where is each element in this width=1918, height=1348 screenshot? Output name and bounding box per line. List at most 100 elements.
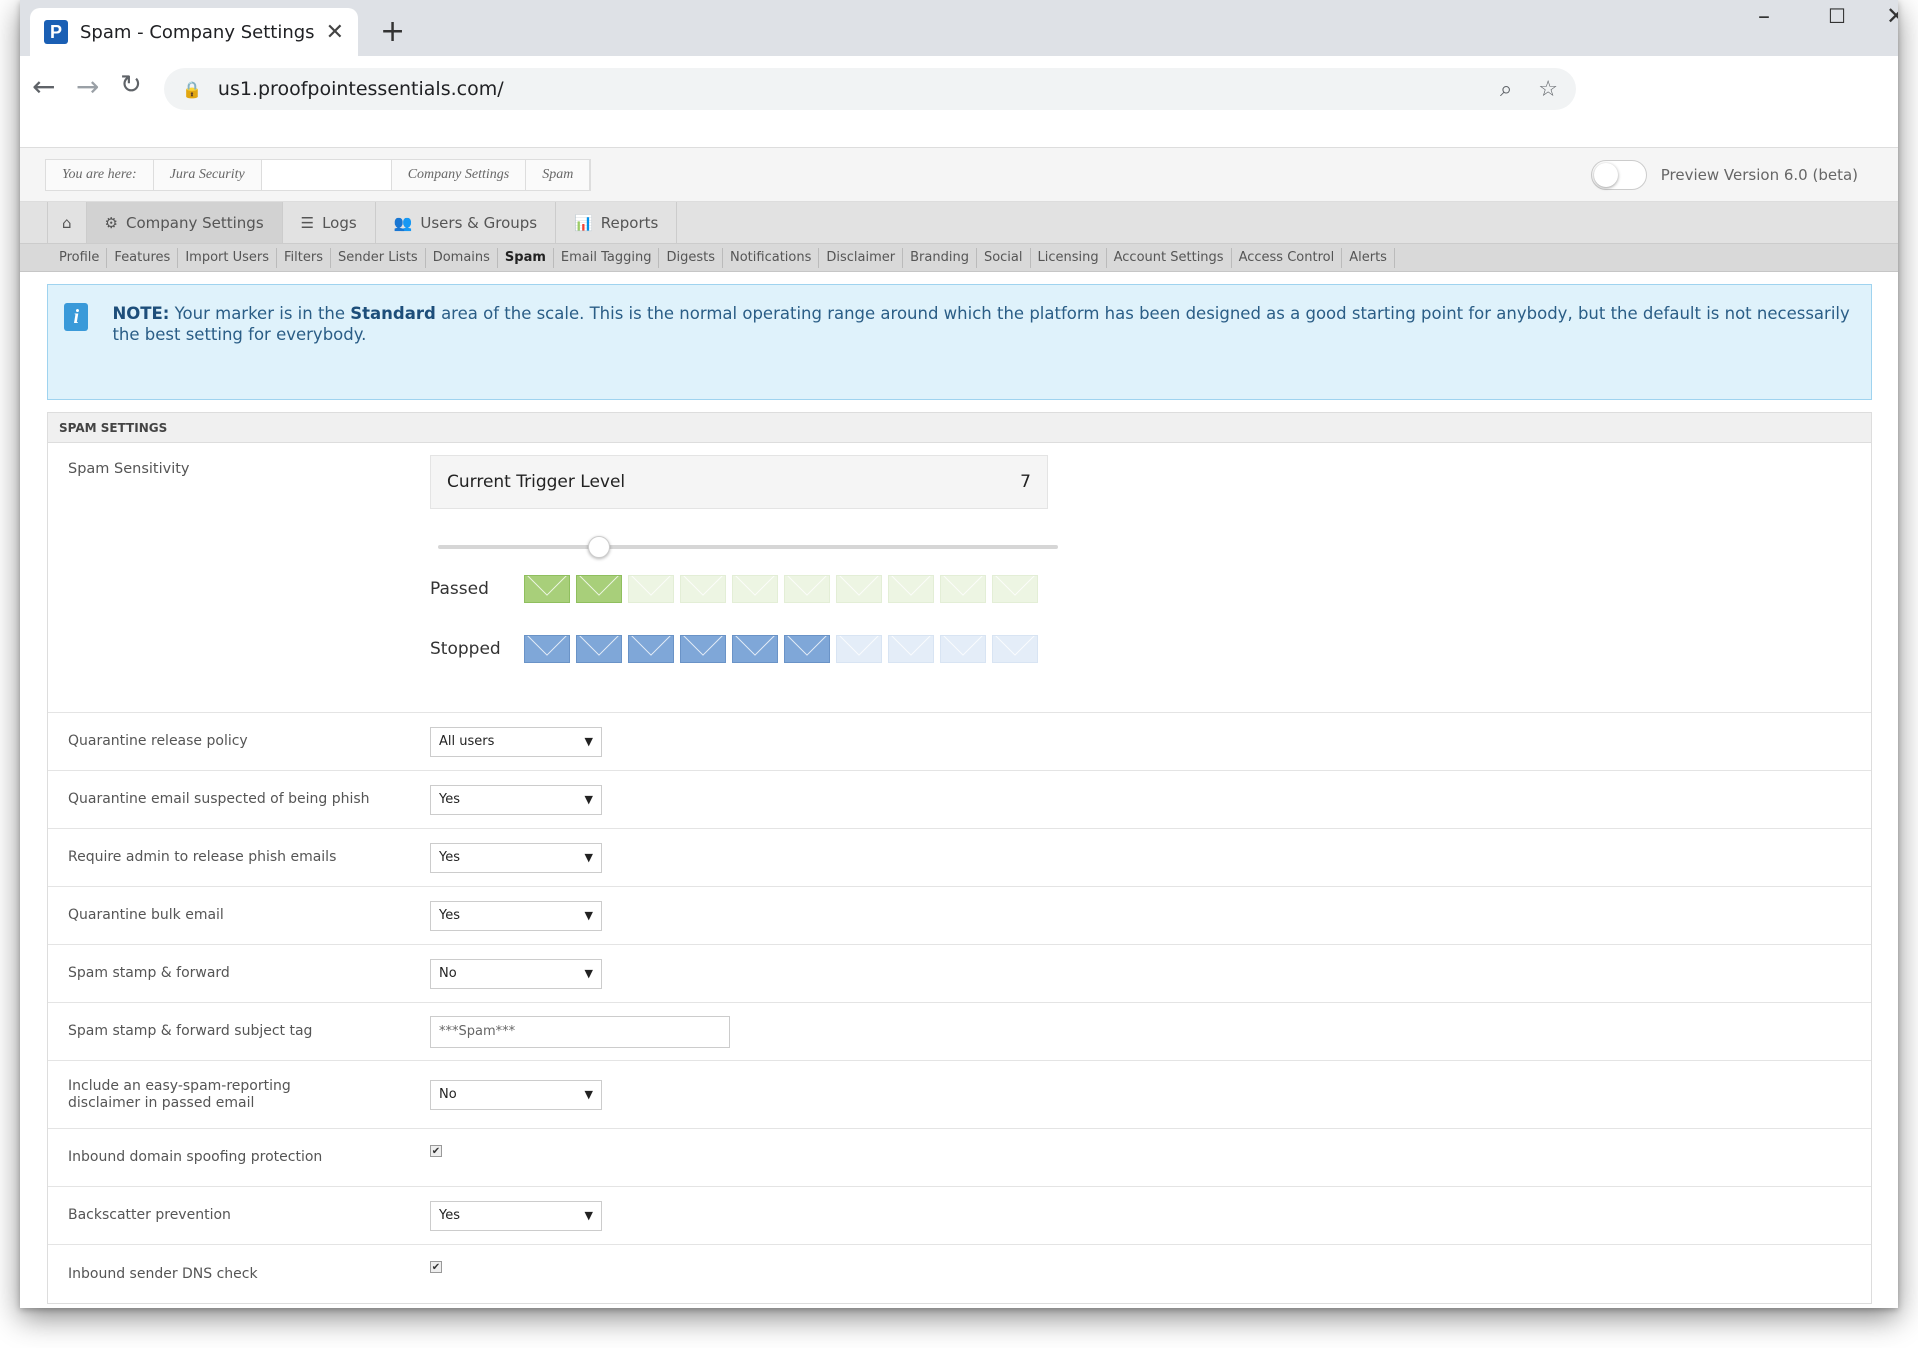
- setting-row-require-admin-to-release-phish-emails: Require admin to release phish emails Yes…: [48, 829, 1871, 887]
- preview-toggle[interactable]: [1590, 160, 1647, 190]
- tab-label: Logs: [322, 213, 357, 232]
- breadcrumb-bar: You are here: Jura Security Company Sett…: [20, 148, 1898, 202]
- address-bar[interactable]: 🔒 us1.proofpointessentials.com/ ⌕ ☆: [164, 68, 1576, 110]
- setting-label: Inbound sender DNS check: [68, 1265, 258, 1282]
- minimize-icon[interactable]: –: [1758, 2, 1770, 30]
- backscatter-prevention-select[interactable]: Yes ▼: [430, 1200, 602, 1231]
- setting-row-quarantine-bulk-email: Quarantine bulk email Yes ▼: [48, 887, 1871, 945]
- envelope-icon: [576, 635, 622, 663]
- passed-row: Passed: [430, 575, 1058, 603]
- close-window-icon[interactable]: ✕: [1886, 2, 1898, 30]
- subnav-item-disclaimer[interactable]: Disclaimer: [819, 247, 904, 268]
- subnav-item-access-control[interactable]: Access Control: [1232, 247, 1343, 268]
- tab-title: Spam - Company Settings: [80, 21, 315, 43]
- note-text-a: Your marker is in the: [169, 304, 351, 323]
- subnav-item-social[interactable]: Social: [977, 247, 1031, 268]
- subnav-item-import-users[interactable]: Import Users: [178, 247, 278, 268]
- setting-row-spam-stamp-forward-subject-tag: Spam stamp & forward subject tag ***Spam*…: [48, 1003, 1871, 1061]
- quarantine-bulk-email-select[interactable]: Yes ▼: [430, 900, 602, 931]
- chart-icon: 📊: [574, 213, 593, 232]
- subnav-item-account-settings[interactable]: Account Settings: [1107, 247, 1232, 268]
- main-nav: ⌂ ⚙ Company Settings ☰ Logs 👥 Users & Gr…: [20, 202, 1898, 244]
- select-value: Yes: [439, 1208, 460, 1223]
- reload-icon[interactable]: ↻: [120, 70, 142, 100]
- stopped-row: Stopped: [430, 635, 1058, 663]
- subnav-item-sender-lists[interactable]: Sender Lists: [331, 247, 426, 268]
- subnav-item-profile[interactable]: Profile: [52, 247, 108, 268]
- quarantine-email-suspected-of-being-phish-select[interactable]: Yes ▼: [430, 784, 602, 815]
- spam-sensitivity-row: Spam Sensitivity Current Trigger Level 7…: [48, 443, 1871, 713]
- setting-label: Quarantine bulk email: [68, 907, 224, 923]
- subnav-item-domains[interactable]: Domains: [426, 247, 498, 268]
- setting-label: Spam stamp & forward: [68, 965, 230, 981]
- zoom-icon[interactable]: ⌕: [1500, 77, 1512, 102]
- trigger-level-label: Current Trigger Level: [447, 472, 626, 492]
- subnav-item-licensing[interactable]: Licensing: [1031, 247, 1107, 268]
- subnav-item-digests[interactable]: Digests: [659, 247, 723, 268]
- tab-label: Reports: [600, 213, 659, 232]
- subnav-item-features[interactable]: Features: [107, 247, 179, 268]
- select-value: No: [439, 966, 457, 981]
- back-arrow-icon[interactable]: ←: [32, 70, 55, 103]
- tab-strip: P Spam - Company Settings ✕ + – ☐ ✕: [20, 0, 1898, 56]
- envelope-icon: [940, 635, 986, 663]
- sub-nav: Profile Features Import Users Filters Sender…: [20, 244, 1898, 272]
- inbound-sender-dns-check-checkbox[interactable]: ✔: [430, 1261, 442, 1273]
- select-value: All users: [439, 734, 495, 749]
- subnav-item-branding[interactable]: Branding: [903, 247, 977, 268]
- tab-company-settings[interactable]: ⚙ Company Settings: [86, 202, 283, 243]
- setting-row-quarantine-release-policy: Quarantine release policy All users ▼: [48, 713, 1871, 771]
- breadcrumb-item-blank[interactable]: [261, 159, 392, 190]
- maximize-icon[interactable]: ☐: [1828, 4, 1846, 28]
- envelope-icon: [836, 635, 882, 663]
- tab-logs[interactable]: ☰ Logs: [283, 202, 376, 243]
- breadcrumb-item-spam[interactable]: Spam: [526, 159, 591, 190]
- include-an-easy-spam-reporting-disclaimer-in-passed-email-select[interactable]: No ▼: [430, 1079, 602, 1110]
- sensitivity-slider[interactable]: [438, 536, 1058, 558]
- subnav-item-email-tagging[interactable]: Email Tagging: [554, 247, 660, 268]
- spam-stamp-forward-select[interactable]: No ▼: [430, 958, 602, 989]
- breadcrumb-item-company[interactable]: Jura Security: [154, 159, 262, 190]
- browser-tab[interactable]: P Spam - Company Settings ✕: [30, 8, 358, 56]
- preview-label: Preview Version 6.0 (beta): [1660, 166, 1858, 184]
- spam-settings-panel: SPAM SETTINGS Spam Sensitivity Current T…: [47, 412, 1872, 1304]
- home-tab[interactable]: ⌂: [47, 202, 87, 243]
- preview-version: Preview Version 6.0 (beta): [1590, 160, 1858, 190]
- setting-label: Quarantine email suspected of being phis…: [68, 791, 370, 807]
- subnav-item-alerts[interactable]: Alerts: [1342, 247, 1395, 268]
- close-tab-icon[interactable]: ✕: [326, 20, 344, 45]
- subnav-item-filters[interactable]: Filters: [277, 247, 331, 268]
- star-icon[interactable]: ☆: [1538, 77, 1558, 102]
- setting-label: Backscatter prevention: [68, 1207, 231, 1223]
- spam-sensitivity-label: Spam Sensitivity: [68, 461, 190, 477]
- envelope-icon: [732, 635, 778, 663]
- tab-reports[interactable]: 📊 Reports: [556, 202, 678, 243]
- list-icon: ☰: [300, 213, 315, 232]
- envelope-icon: [680, 635, 726, 663]
- caret-down-icon: ▼: [584, 909, 593, 922]
- spam-stamp-forward-subject-tag-input[interactable]: ***Spam***: [430, 1015, 730, 1048]
- note-text: NOTE: Your marker is in the Standard are…: [112, 303, 1855, 381]
- forward-arrow-icon[interactable]: →: [76, 70, 99, 103]
- envelope-icon: [628, 635, 674, 663]
- inbound-domain-spoofing-protection-checkbox[interactable]: ✔: [430, 1144, 442, 1157]
- select-value: Yes: [439, 850, 460, 865]
- envelope-icon: [992, 635, 1038, 663]
- require-admin-to-release-phish-emails-select[interactable]: Yes ▼: [430, 842, 602, 873]
- envelope-icon: [524, 635, 570, 663]
- subnav-item-spam[interactable]: Spam: [498, 247, 554, 268]
- breadcrumb-prefix: You are here:: [46, 159, 154, 190]
- envelope-icon: [992, 575, 1038, 603]
- subnav-item-notifications[interactable]: Notifications: [723, 247, 820, 268]
- new-tab-icon[interactable]: +: [380, 14, 405, 49]
- caret-down-icon: ▼: [584, 1088, 593, 1101]
- home-icon: ⌂: [62, 213, 72, 232]
- envelope-icon: [940, 575, 986, 603]
- trigger-level-box: Current Trigger Level 7: [430, 455, 1048, 509]
- breadcrumb-item-company-settings[interactable]: Company Settings: [392, 159, 527, 190]
- slider-handle[interactable]: [588, 536, 611, 558]
- caret-down-icon: ▼: [584, 967, 593, 980]
- quarantine-release-policy-select[interactable]: All users ▼: [430, 726, 602, 757]
- envelope-icon: [628, 575, 674, 603]
- tab-users-groups[interactable]: 👥 Users & Groups: [376, 202, 557, 243]
